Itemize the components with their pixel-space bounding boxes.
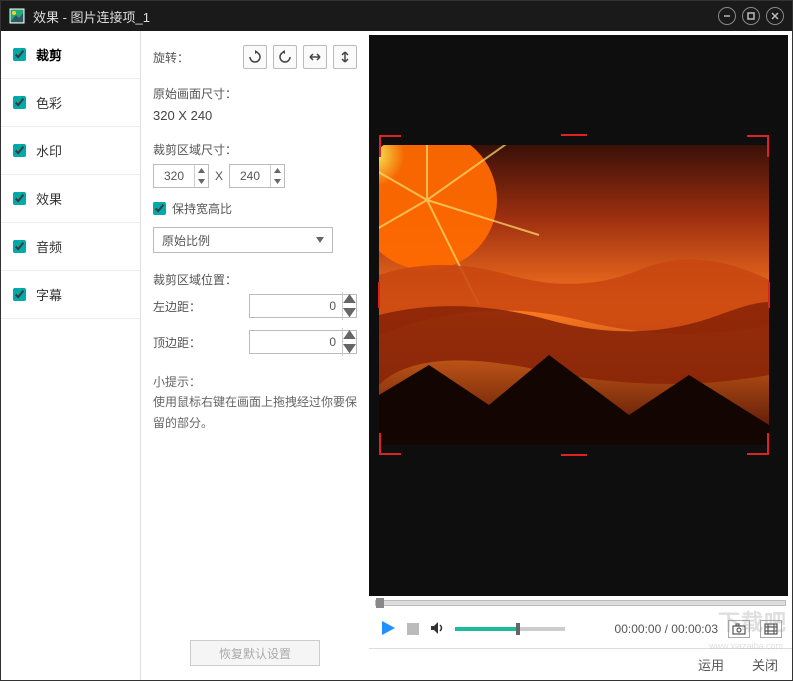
- flip-vertical-button[interactable]: [333, 45, 357, 69]
- spin-down-icon[interactable]: [271, 176, 284, 187]
- minimize-button[interactable]: [718, 7, 736, 25]
- sidebar-label: 水印: [36, 141, 62, 160]
- ratio-select[interactable]: 原始比例: [153, 227, 333, 253]
- maximize-button[interactable]: [742, 7, 760, 25]
- crop-handle-bl[interactable]: [379, 433, 401, 455]
- sidebar-label: 音频: [36, 237, 62, 256]
- sidebar-label: 裁剪: [36, 45, 62, 64]
- crop-handle-b[interactable]: [561, 454, 587, 456]
- top-margin-input[interactable]: 0: [249, 330, 357, 354]
- spin-down-icon[interactable]: [343, 342, 356, 356]
- crop-width-value: 320: [154, 169, 194, 183]
- crop-frame[interactable]: [379, 135, 769, 455]
- crop-pos-label: 裁剪区域位置：: [153, 271, 357, 288]
- footer: 运用 关闭: [369, 648, 792, 680]
- stop-button[interactable]: [407, 623, 419, 635]
- spin-up-icon[interactable]: [343, 328, 356, 342]
- sidebar-item-watermark[interactable]: 水印: [1, 127, 140, 175]
- volume-knob[interactable]: [516, 623, 520, 635]
- crop-handle-tr[interactable]: [747, 135, 769, 157]
- x-separator: X: [215, 169, 223, 183]
- restore-defaults-button[interactable]: 恢复默认设置: [190, 640, 320, 666]
- settings-panel: 旋转： 原始画面尺寸： 320 X 240 裁剪区域尺寸： 320 X 240: [141, 31, 369, 680]
- sidebar-item-crop[interactable]: 裁剪: [1, 31, 140, 79]
- flip-horizontal-button[interactable]: [303, 45, 327, 69]
- scrub-bar[interactable]: [369, 596, 792, 610]
- sidebar-label: 字幕: [36, 285, 62, 304]
- crop-height-value: 240: [230, 169, 270, 183]
- play-button[interactable]: [379, 619, 397, 640]
- crop-handle-br[interactable]: [747, 433, 769, 455]
- crop-handle-r[interactable]: [768, 282, 770, 308]
- keep-ratio-checkbox[interactable]: [153, 202, 166, 215]
- rotate-cw-button[interactable]: [243, 45, 267, 69]
- keep-ratio-label: 保持宽高比: [172, 200, 232, 217]
- sidebar-check-effect[interactable]: [13, 192, 26, 205]
- sidebar-label: 色彩: [36, 93, 62, 112]
- snapshot-button[interactable]: [728, 620, 750, 638]
- spin-up-icon[interactable]: [271, 165, 284, 176]
- time-total: 00:00:03: [671, 622, 718, 636]
- rotate-ccw-button[interactable]: [273, 45, 297, 69]
- tip-title: 小提示：: [153, 372, 357, 392]
- sidebar-label: 效果: [36, 189, 62, 208]
- crop-width-input[interactable]: 320: [153, 164, 209, 188]
- sidebar-check-subtitle[interactable]: [13, 288, 26, 301]
- orig-size-value: 320 X 240: [153, 108, 357, 123]
- close-footer-button[interactable]: 关闭: [752, 655, 778, 674]
- ratio-select-value: 原始比例: [162, 232, 210, 249]
- app-icon: [9, 8, 25, 24]
- sidebar-item-subtitle[interactable]: 字幕: [1, 271, 140, 319]
- sidebar-check-crop[interactable]: [13, 48, 26, 61]
- scrub-handle[interactable]: [376, 598, 384, 608]
- left-margin-input[interactable]: 0: [249, 294, 357, 318]
- sidebar-item-color[interactable]: 色彩: [1, 79, 140, 127]
- sidebar-check-color[interactable]: [13, 96, 26, 109]
- spin-down-icon[interactable]: [195, 176, 208, 187]
- crop-handle-t[interactable]: [561, 134, 587, 136]
- rotate-label: 旋转：: [153, 49, 189, 66]
- film-button[interactable]: [760, 620, 782, 638]
- preview-area: 00:00:00 / 00:00:03 运用 关闭 下载吧 www.xiazai…: [369, 31, 792, 680]
- close-button[interactable]: [766, 7, 784, 25]
- spin-up-icon[interactable]: [195, 165, 208, 176]
- time-current: 00:00:00: [615, 622, 662, 636]
- sidebar-item-effect[interactable]: 效果: [1, 175, 140, 223]
- volume-icon[interactable]: [429, 620, 445, 639]
- left-margin-label: 左边距：: [153, 298, 205, 315]
- sidebar-check-watermark[interactable]: [13, 144, 26, 157]
- preview-canvas[interactable]: [369, 35, 788, 596]
- player-controls: 00:00:00 / 00:00:03: [369, 610, 792, 648]
- sidebar-check-audio[interactable]: [13, 240, 26, 253]
- restore-label: 恢复默认设置: [219, 645, 291, 662]
- crop-size-label: 裁剪区域尺寸：: [153, 141, 357, 158]
- apply-button[interactable]: 运用: [698, 655, 724, 674]
- time-display: 00:00:00 / 00:00:03: [615, 622, 718, 636]
- sidebar: 裁剪 色彩 水印 效果 音频 字幕: [1, 31, 141, 680]
- crop-handle-l[interactable]: [378, 282, 380, 308]
- spin-up-icon[interactable]: [343, 292, 356, 306]
- chevron-down-icon: [316, 237, 324, 243]
- top-margin-value: 0: [250, 335, 342, 349]
- top-margin-label: 顶边距：: [153, 334, 205, 351]
- volume-slider[interactable]: [455, 627, 565, 631]
- tip-text: 使用鼠标右键在画面上拖拽经过你要保留的部分。: [153, 392, 357, 433]
- window-title: 效果 - 图片连接项_1: [33, 7, 718, 26]
- left-margin-value: 0: [250, 299, 342, 313]
- spin-down-icon[interactable]: [343, 306, 356, 320]
- crop-height-input[interactable]: 240: [229, 164, 285, 188]
- sidebar-item-audio[interactable]: 音频: [1, 223, 140, 271]
- orig-size-label: 原始画面尺寸：: [153, 85, 357, 102]
- crop-handle-tl[interactable]: [379, 135, 401, 157]
- titlebar: 效果 - 图片连接项_1: [1, 1, 792, 31]
